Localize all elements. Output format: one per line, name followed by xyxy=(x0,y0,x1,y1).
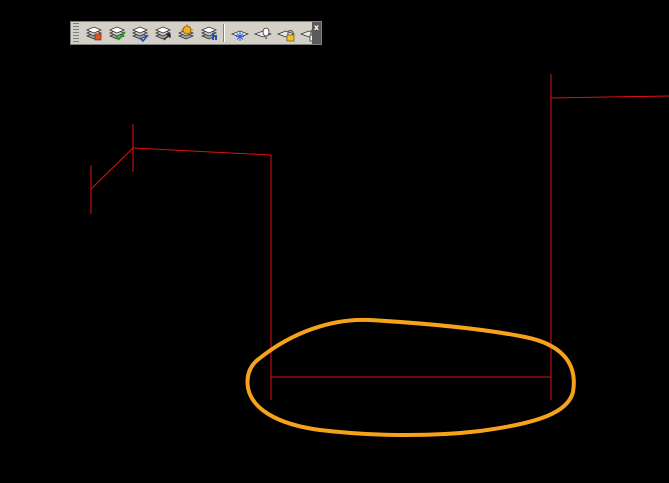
layers-toolbar[interactable]: x xyxy=(70,21,322,45)
toolbar-close-button[interactable]: x xyxy=(312,22,321,44)
layer-walk-button[interactable] xyxy=(198,23,219,43)
layer-make-current-button[interactable] xyxy=(106,23,127,43)
layer-freeze-button[interactable] xyxy=(229,23,250,43)
layer-isolate-button[interactable] xyxy=(175,23,196,43)
toolbar-separator xyxy=(223,24,225,42)
layer-off-icon xyxy=(253,27,272,39)
layer-walk-icon xyxy=(200,26,217,40)
layer-off-button[interactable] xyxy=(252,23,273,43)
canvas-background xyxy=(0,0,669,483)
layer-previous-icon xyxy=(154,26,171,41)
toolbar-grip[interactable] xyxy=(73,23,79,43)
layer-properties-icon xyxy=(85,26,102,41)
layer-match-button[interactable] xyxy=(129,23,150,43)
layer-lock-icon xyxy=(276,29,295,42)
layer-match-icon xyxy=(131,26,149,42)
layer-make-current-icon xyxy=(108,26,126,41)
layer-previous-button[interactable] xyxy=(152,23,173,43)
layer-freeze-icon xyxy=(230,30,249,41)
drawing-canvas[interactable] xyxy=(0,0,669,483)
layer-properties-button[interactable] xyxy=(83,23,104,43)
layer-lock-button[interactable] xyxy=(275,23,296,43)
layer-isolate-icon xyxy=(177,24,194,40)
